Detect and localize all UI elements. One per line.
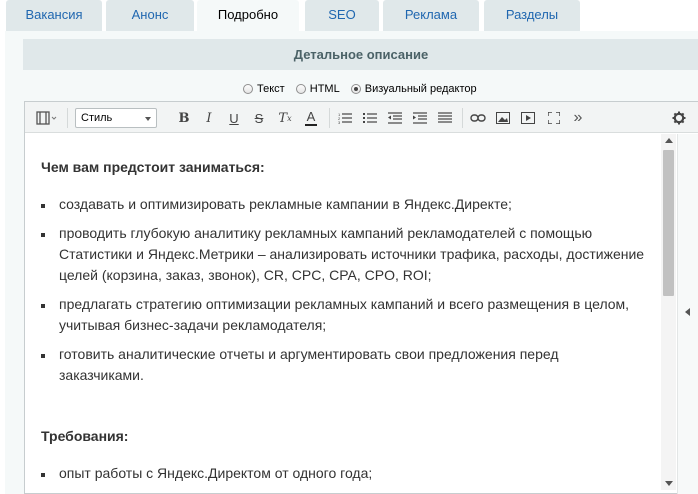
clear-format-label: T [278, 110, 288, 126]
mode-text-radio[interactable] [243, 84, 253, 94]
tab-advertising[interactable]: Реклама [383, 0, 479, 31]
indent-icon[interactable] [410, 108, 430, 128]
editor-toolbar: Стиль B I U S Tx A 123 » [25, 102, 698, 133]
bullet-list-icon[interactable] [360, 108, 380, 128]
svg-text:3: 3 [338, 120, 341, 124]
tab-details[interactable]: Подробно [197, 0, 299, 32]
gear-icon[interactable] [669, 108, 689, 128]
fullscreen-icon[interactable] [544, 108, 564, 128]
bold-button[interactable]: B [175, 108, 193, 128]
tab-seo[interactable]: SEO [305, 0, 379, 31]
list-item: проводить глубокую аналитику рекламных к… [41, 223, 645, 286]
list-item: предлагать стратегию оптимизации рекламн… [41, 294, 645, 336]
tab-sections[interactable]: Разделы [484, 0, 580, 31]
list-item: готовить аналитические отчеты и аргумент… [41, 344, 645, 386]
scroll-thumb[interactable] [663, 150, 674, 296]
image-icon[interactable] [493, 108, 513, 128]
more-button[interactable]: » [570, 108, 586, 128]
editor-mode-switch: Текст HTML Визуальный редактор [243, 83, 485, 99]
tab-vacancy[interactable]: Вакансия [6, 0, 102, 31]
font-color-bar [305, 124, 317, 126]
mode-html-radio[interactable] [295, 84, 306, 94]
mode-html-option[interactable]: HTML [295, 83, 340, 95]
underline-button[interactable]: U [225, 108, 243, 128]
chevron-down-icon [145, 117, 151, 121]
content-heading-tasks: Чем вам предстоит заниматься: [41, 159, 265, 175]
requirements-list: опыт работы с Яндекс.Директом от одного … [41, 463, 645, 484]
video-icon[interactable] [518, 108, 538, 128]
font-color-label: A [306, 109, 316, 124]
mode-visual-option[interactable]: Визуальный редактор [350, 83, 477, 95]
editor-scrollbar[interactable] [661, 134, 676, 490]
mode-html-label: HTML [309, 83, 340, 95]
view-mode-icon[interactable] [33, 108, 61, 128]
italic-button[interactable]: I [200, 108, 218, 128]
mode-visual-radio[interactable] [350, 84, 361, 94]
list-item: создавать и оптимизировать рекламные кам… [41, 194, 645, 215]
tab-bar: Вакансия Анонс Подробно SEO Реклама Разд… [0, 0, 698, 32]
link-icon[interactable] [468, 108, 488, 128]
scroll-down-icon[interactable] [665, 481, 673, 486]
mode-text-option[interactable]: Текст [243, 83, 285, 95]
visual-editor: Стиль B I U S Tx A 123 » Чем вам предсто… [24, 101, 698, 494]
editor-content[interactable]: Чем вам предстоит заниматься: создавать … [25, 134, 661, 494]
justify-icon[interactable] [435, 108, 455, 128]
details-panel: Детальное описание Текст HTML Визуальный… [5, 31, 698, 494]
clear-format-button[interactable]: Tx [275, 108, 295, 128]
tab-announce[interactable]: Анонс [106, 0, 194, 31]
list-item: опыт работы с Яндекс.Директом от одного … [41, 463, 645, 484]
tasks-list: создавать и оптимизировать рекламные кам… [41, 194, 645, 386]
section-title: Детальное описание [23, 39, 698, 70]
side-panel-toggle[interactable] [677, 134, 698, 494]
outdent-icon[interactable] [385, 108, 405, 128]
mode-text-label: Текст [257, 83, 285, 95]
ordered-list-icon[interactable]: 123 [335, 108, 355, 128]
content-heading-requirements: Требования: [41, 428, 129, 444]
mode-visual-label: Визуальный редактор [364, 83, 477, 95]
font-color-button[interactable]: A [301, 108, 321, 128]
chevron-left-icon[interactable] [685, 308, 690, 316]
strikethrough-button[interactable]: S [250, 108, 268, 128]
scroll-up-icon[interactable] [665, 138, 673, 143]
style-select-value: Стиль [81, 112, 113, 124]
style-select[interactable]: Стиль [75, 108, 157, 128]
clear-format-sub: x [287, 113, 292, 123]
